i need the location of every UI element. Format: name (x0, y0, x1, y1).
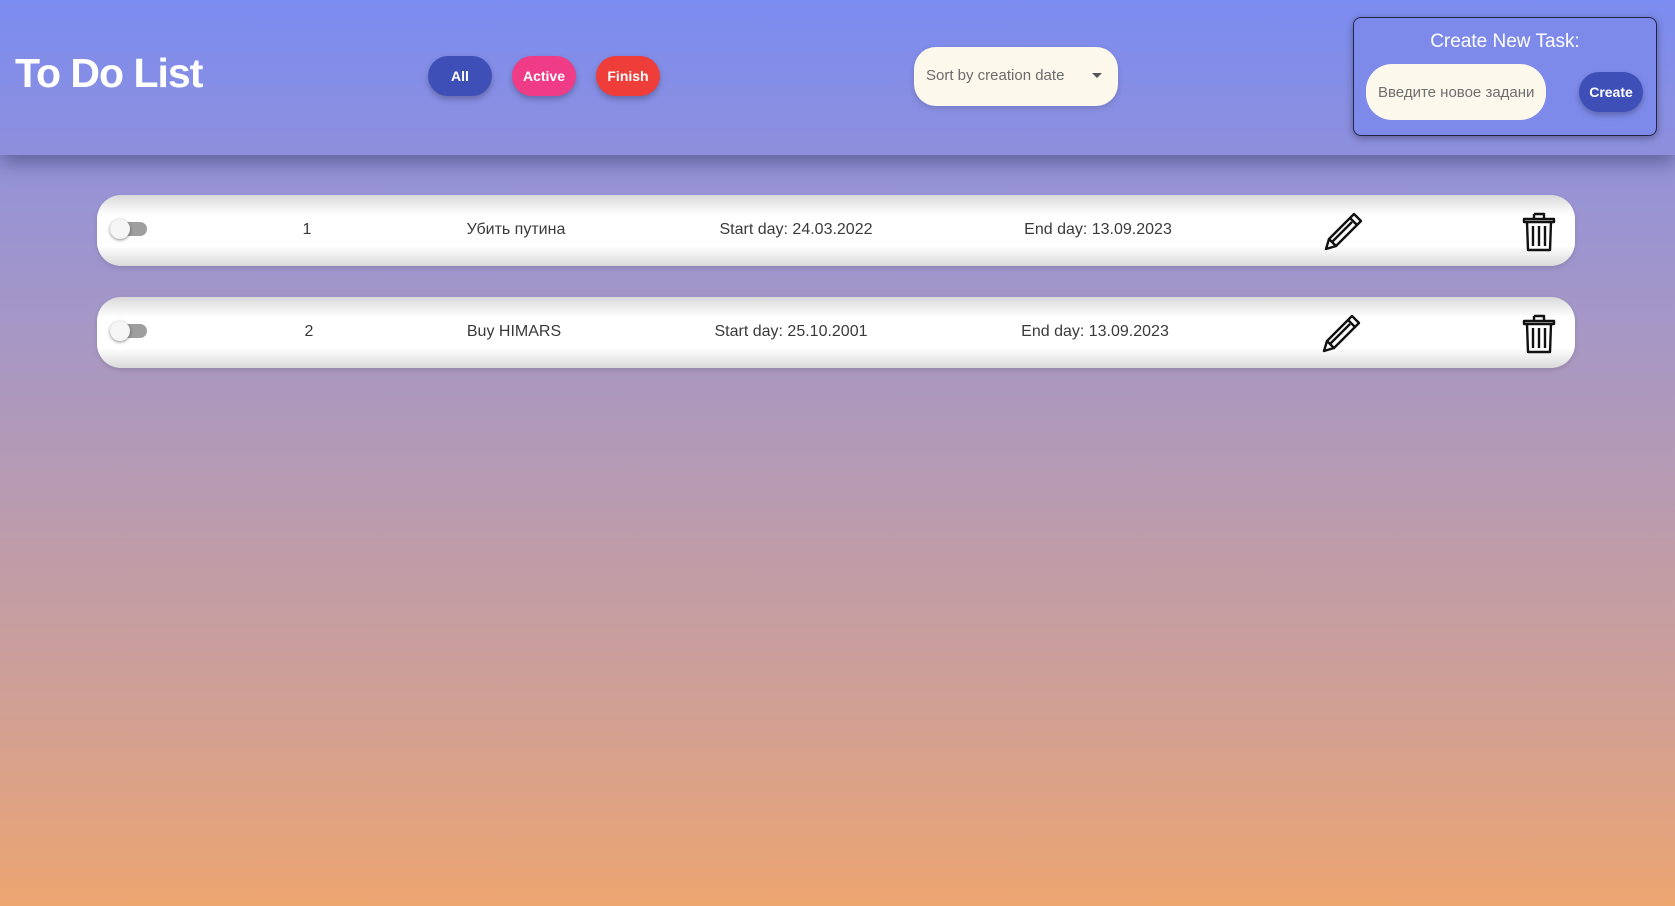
create-task-button[interactable]: Create (1579, 72, 1643, 112)
create-task-title: Create New Task: (1430, 31, 1580, 52)
task-name: Убить путина (466, 221, 566, 238)
filter-all-button[interactable]: All (428, 56, 492, 96)
new-task-input[interactable] (1366, 64, 1546, 120)
toggle-knob (110, 219, 130, 239)
task-complete-toggle[interactable] (110, 321, 147, 341)
task-end-date: End day: 13.09.2023 (1021, 323, 1169, 340)
filter-active-button[interactable]: Active (512, 56, 576, 96)
task-start-date: Start day: 24.03.2022 (719, 221, 873, 238)
trash-icon[interactable] (1517, 311, 1561, 355)
task-row: 2 Buy HIMARS Start day: 25.10.2001 End d… (97, 297, 1575, 368)
task-number: 2 (304, 323, 314, 340)
pencil-icon[interactable] (1322, 209, 1366, 253)
task-number: 1 (302, 221, 312, 238)
trash-icon[interactable] (1517, 209, 1561, 253)
create-task-panel: Create New Task: Create (1353, 17, 1657, 136)
sort-dropdown-value: Sort by creation date (926, 67, 1065, 84)
task-name: Buy HIMARS (466, 323, 562, 340)
task-complete-toggle[interactable] (110, 219, 147, 239)
task-start-date: Start day: 25.10.2001 (714, 323, 868, 340)
app-title: To Do List (15, 50, 203, 96)
chevron-down-icon (1092, 73, 1102, 78)
task-end-date: End day: 13.09.2023 (1024, 221, 1172, 238)
toggle-knob (110, 321, 130, 341)
pencil-icon[interactable] (1320, 311, 1364, 355)
filter-finish-button[interactable]: Finish (596, 56, 660, 96)
sort-dropdown[interactable]: Sort by creation date (914, 47, 1118, 106)
task-row: 1 Убить путина Start day: 24.03.2022 End… (97, 195, 1575, 266)
